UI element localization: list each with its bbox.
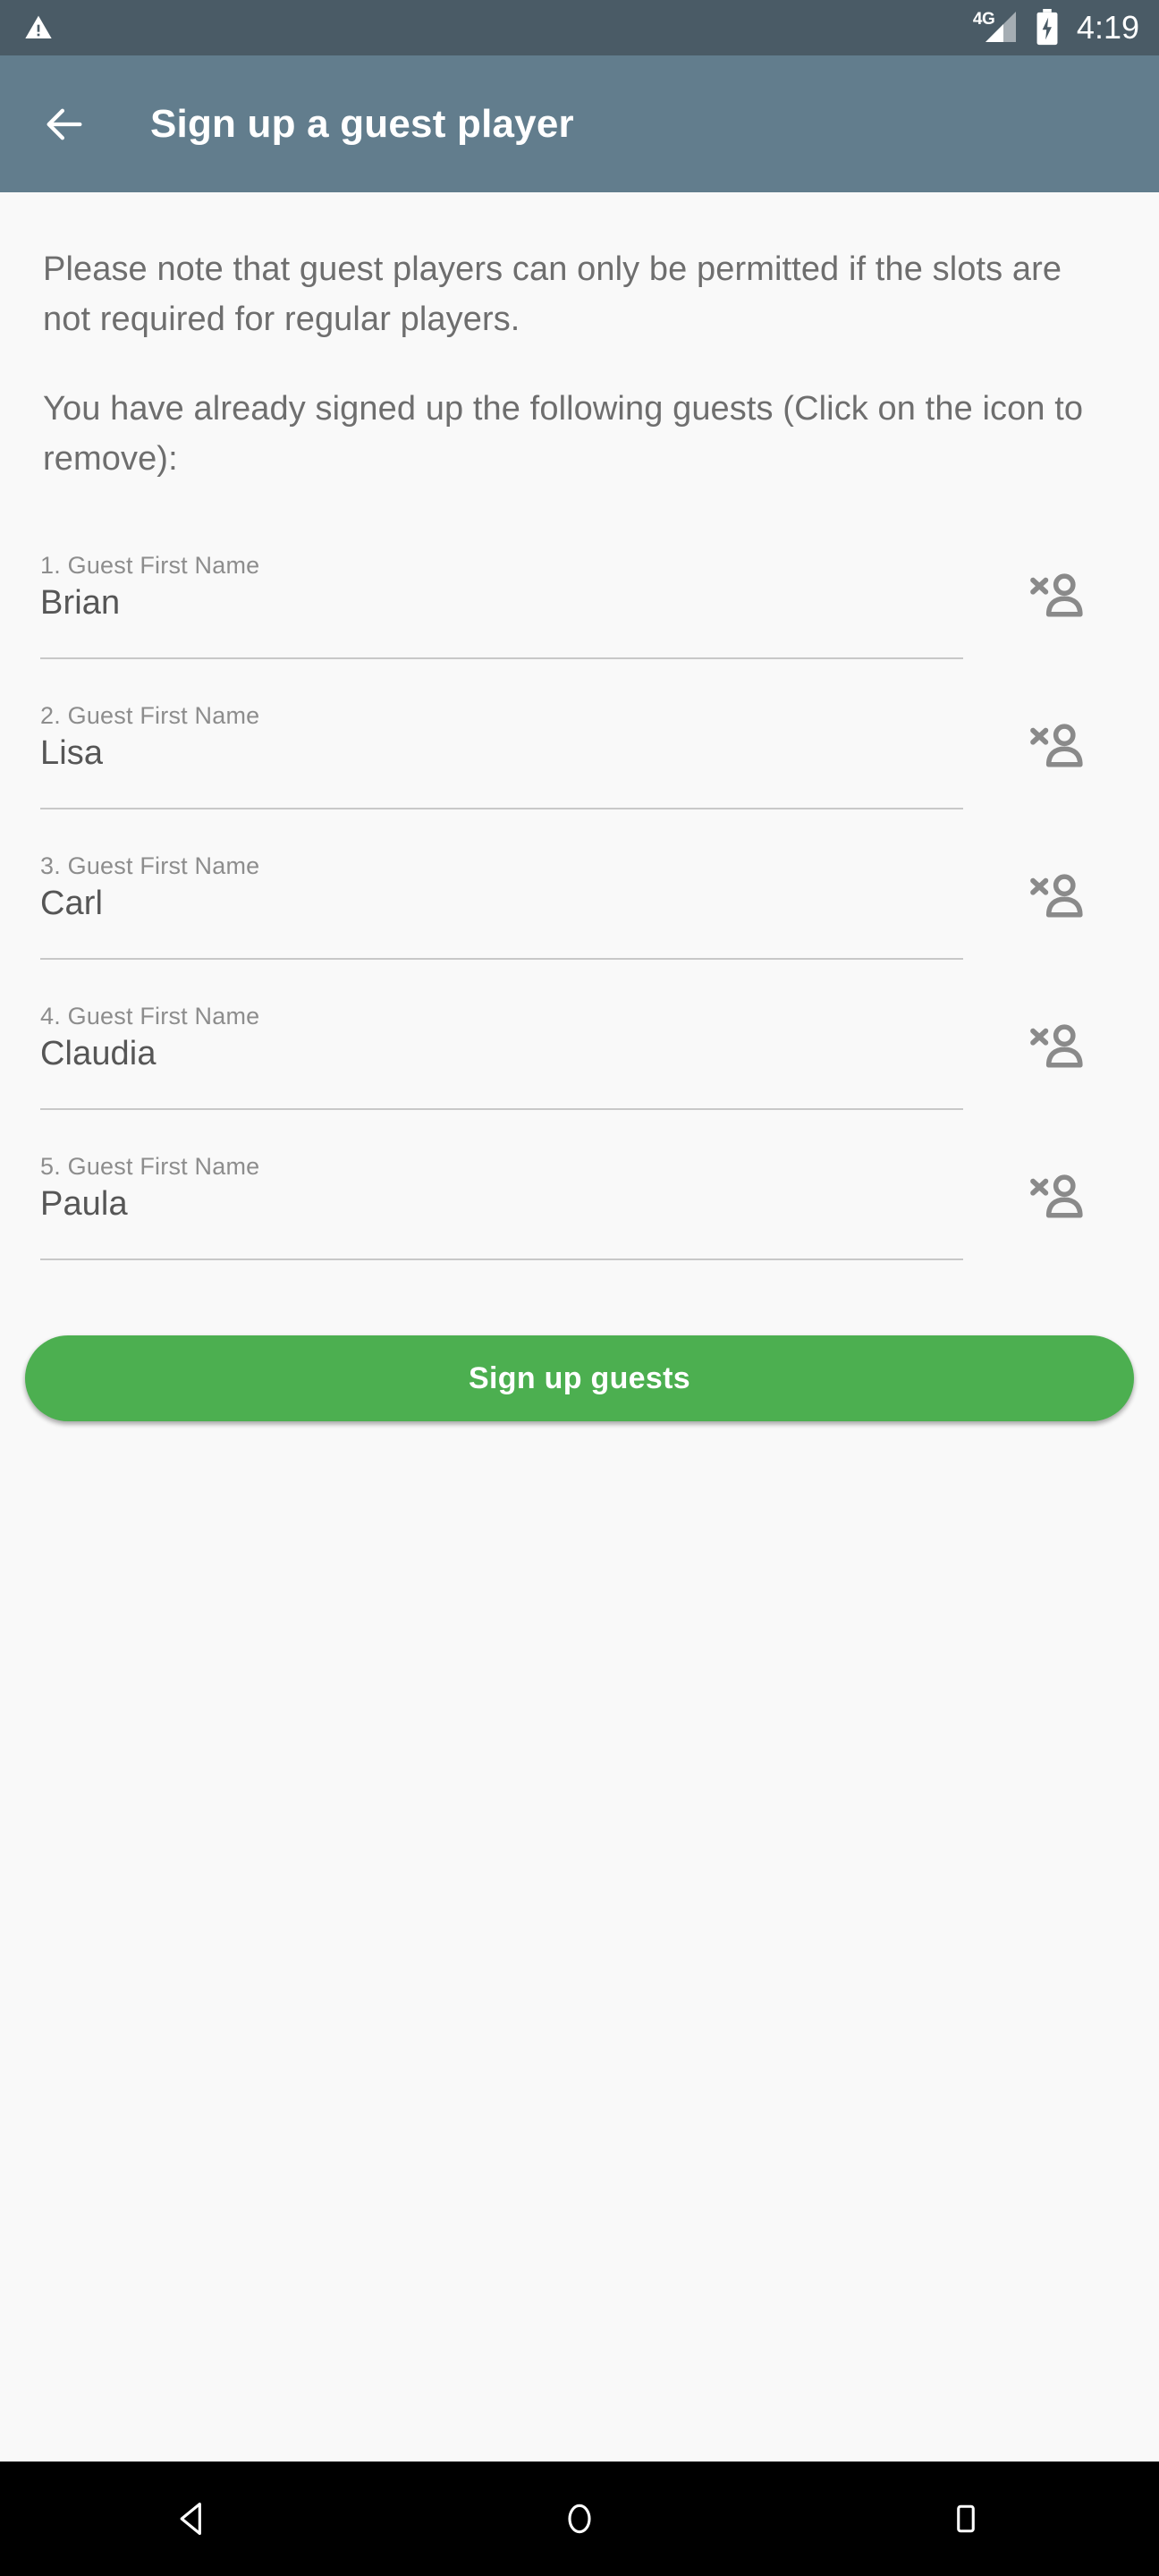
sign-up-guests-button[interactable]: Sign up guests (25, 1335, 1134, 1421)
phone-screen: 4G 4:19 Sign up a guest player Please no… (0, 0, 1159, 2576)
person-remove-icon (1030, 724, 1083, 767)
guest-name-input[interactable]: Carl (40, 885, 103, 923)
guest-label: 4. Guest First Name (40, 1003, 260, 1030)
guest-name-input[interactable]: Brian (40, 584, 120, 623)
content-area: Please note that guest players can only … (0, 192, 1159, 1421)
field-underline (40, 657, 963, 659)
status-bar: 4G 4:19 (0, 0, 1159, 55)
nav-recents-button[interactable] (912, 2465, 1019, 2572)
nav-home-button[interactable] (526, 2465, 633, 2572)
guest-name-input[interactable]: Paula (40, 1185, 128, 1224)
field-underline (40, 1108, 963, 1110)
guest-name-input[interactable]: Claudia (40, 1035, 157, 1073)
person-remove-icon (1030, 874, 1083, 918)
guest-label: 3. Guest First Name (40, 852, 260, 879)
guest-row: 2. Guest First Name Lisa (0, 697, 1159, 847)
remove-guest-button[interactable] (1023, 863, 1091, 931)
remove-guest-button[interactable] (1023, 713, 1091, 781)
nav-home-circle-icon (568, 2504, 591, 2534)
guest-list: 1. Guest First Name Brian 2. Guest First… (0, 547, 1159, 1298)
field-underline (40, 808, 963, 809)
remove-guest-button[interactable] (1023, 1013, 1091, 1081)
status-bar-clock: 4:19 (1076, 9, 1139, 46)
signal-indicator: 4G (972, 10, 1021, 46)
remove-guest-button[interactable] (1023, 1164, 1091, 1232)
guest-row: 3. Guest First Name Carl (0, 847, 1159, 997)
instruction-paragraph: You have already signed up the following… (43, 390, 1084, 478)
nav-back-button[interactable] (140, 2465, 247, 2572)
nav-recents-square-icon (957, 2504, 975, 2533)
status-bar-right: 4G 4:19 (972, 9, 1139, 47)
guest-name-input[interactable]: Lisa (40, 734, 103, 773)
guest-row: 5. Guest First Name Paula (0, 1148, 1159, 1298)
field-underline (40, 1258, 963, 1260)
primary-button-container: Sign up guests (0, 1335, 1159, 1421)
nav-back-triangle-icon (180, 2502, 201, 2536)
remove-guest-button[interactable] (1023, 563, 1091, 631)
field-underline (40, 958, 963, 960)
android-navigation-bar (0, 2462, 1159, 2576)
guest-row: 1. Guest First Name Brian (0, 547, 1159, 697)
battery-charging-icon (1036, 9, 1058, 46)
status-bar-left (23, 13, 54, 42)
person-remove-icon (1030, 1174, 1083, 1218)
warning-triangle-icon (25, 15, 52, 38)
network-type-label: 4G (972, 10, 995, 29)
guest-label: 5. Guest First Name (40, 1153, 260, 1180)
note-paragraph: Please note that guest players can only … (43, 250, 1062, 338)
person-remove-icon (1030, 573, 1083, 617)
app-bar: Sign up a guest player (0, 55, 1159, 192)
guest-label: 1. Guest First Name (40, 552, 260, 579)
guest-label: 2. Guest First Name (40, 702, 260, 729)
arrow-back-icon[interactable] (41, 101, 88, 148)
page-title: Sign up a guest player (150, 101, 574, 146)
guest-row: 4. Guest First Name Claudia (0, 997, 1159, 1148)
person-remove-icon (1030, 1024, 1083, 1068)
